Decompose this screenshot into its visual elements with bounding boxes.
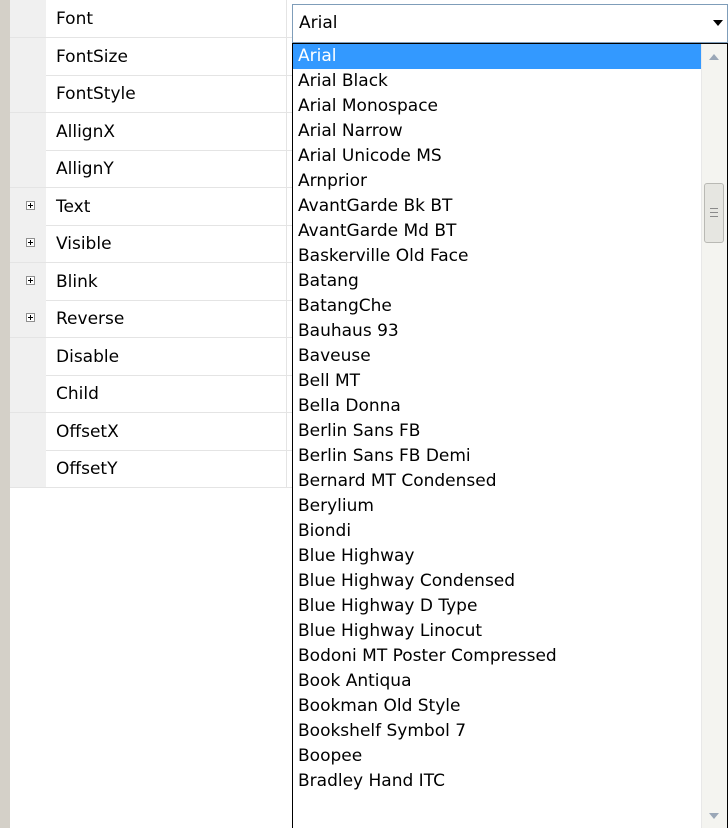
font-option[interactable]: AvantGarde Bk BT	[293, 194, 701, 219]
expand-plus-icon[interactable]	[26, 313, 35, 322]
row-gutter	[10, 38, 46, 75]
font-option[interactable]: Arial	[293, 44, 701, 69]
property-name: AllignX	[56, 122, 116, 142]
font-dropdown-list[interactable]: Arial Arial Black Arial Monospace Arial Nar…	[292, 43, 728, 828]
font-option[interactable]: Bell MT	[293, 369, 701, 394]
font-option[interactable]: Bodoni MT Poster Compressed	[293, 644, 701, 669]
property-name: Disable	[56, 347, 120, 367]
vertical-scrollbar[interactable]	[701, 44, 727, 828]
font-option[interactable]: Berlin Sans FB Demi	[293, 444, 701, 469]
property-name: Visible	[56, 234, 112, 254]
scroll-up-icon[interactable]	[709, 54, 719, 60]
scrollbar-thumb[interactable]	[704, 183, 724, 243]
font-option[interactable]: Boopee	[293, 744, 701, 769]
grip-icon	[710, 216, 718, 217]
property-name: Font	[56, 9, 94, 29]
row-gutter	[10, 450, 46, 487]
font-option[interactable]: Blue Highway Linocut	[293, 619, 701, 644]
font-option[interactable]: Arnprior	[293, 169, 701, 194]
property-name: OffsetX	[56, 422, 119, 442]
grip-icon	[710, 208, 718, 209]
property-name: Blink	[56, 272, 98, 292]
font-option[interactable]: Arial Black	[293, 69, 701, 94]
font-option[interactable]: Bauhaus 93	[293, 319, 701, 344]
font-option[interactable]: BatangChe	[293, 294, 701, 319]
font-option[interactable]: Arial Narrow	[293, 119, 701, 144]
row-gutter	[10, 300, 46, 337]
property-name: FontStyle	[56, 84, 136, 104]
font-option[interactable]: Book Antiqua	[293, 669, 701, 694]
chevron-down-icon[interactable]	[713, 20, 723, 26]
font-combobox-value: Arial	[299, 13, 338, 33]
font-options: Arial Arial Black Arial Monospace Arial Nar…	[293, 44, 701, 794]
font-option[interactable]: Bradley Hand ITC	[293, 769, 701, 794]
row-gutter	[10, 188, 46, 225]
row-gutter	[10, 113, 46, 150]
expand-plus-icon[interactable]	[26, 238, 35, 247]
font-option[interactable]: Biondi	[293, 519, 701, 544]
font-option[interactable]: Blue Highway Condensed	[293, 569, 701, 594]
font-option[interactable]: Berlin Sans FB	[293, 419, 701, 444]
font-option[interactable]: Bernard MT Condensed	[293, 469, 701, 494]
font-option[interactable]: Arial Monospace	[293, 94, 701, 119]
property-name: OffsetY	[56, 459, 118, 479]
font-option[interactable]: Blue Highway	[293, 544, 701, 569]
property-name: Text	[56, 197, 91, 217]
font-option[interactable]: Bookman Old Style	[293, 694, 701, 719]
font-option[interactable]: Arial Unicode MS	[293, 144, 701, 169]
row-gutter	[10, 0, 46, 37]
scroll-down-icon[interactable]	[709, 813, 719, 819]
font-option[interactable]: Berylium	[293, 494, 701, 519]
font-option[interactable]: Blue Highway D Type	[293, 594, 701, 619]
row-gutter	[10, 375, 46, 412]
font-option[interactable]: Bella Donna	[293, 394, 701, 419]
property-grid: Font FontSize FontStyle AllignX AllignY Text V…	[10, 0, 728, 828]
property-name: Reverse	[56, 309, 125, 329]
font-option[interactable]: Baskerville Old Face	[293, 244, 701, 269]
property-name: AllignY	[56, 159, 114, 179]
row-gutter	[10, 263, 46, 300]
row-gutter	[10, 225, 46, 262]
row-gutter	[10, 338, 46, 375]
font-option[interactable]: Bookshelf Symbol 7	[293, 719, 701, 744]
row-gutter	[10, 150, 46, 187]
font-combobox[interactable]: Arial	[292, 4, 728, 43]
property-name: Child	[56, 384, 99, 404]
property-name: FontSize	[56, 47, 128, 67]
expand-plus-icon[interactable]	[26, 201, 35, 210]
font-option[interactable]: Batang	[293, 269, 701, 294]
expand-plus-icon[interactable]	[26, 276, 35, 285]
font-option[interactable]: AvantGarde Md BT	[293, 219, 701, 244]
row-gutter	[10, 75, 46, 112]
grip-icon	[710, 212, 718, 213]
font-option[interactable]: Baveuse	[293, 344, 701, 369]
row-gutter	[10, 413, 46, 450]
